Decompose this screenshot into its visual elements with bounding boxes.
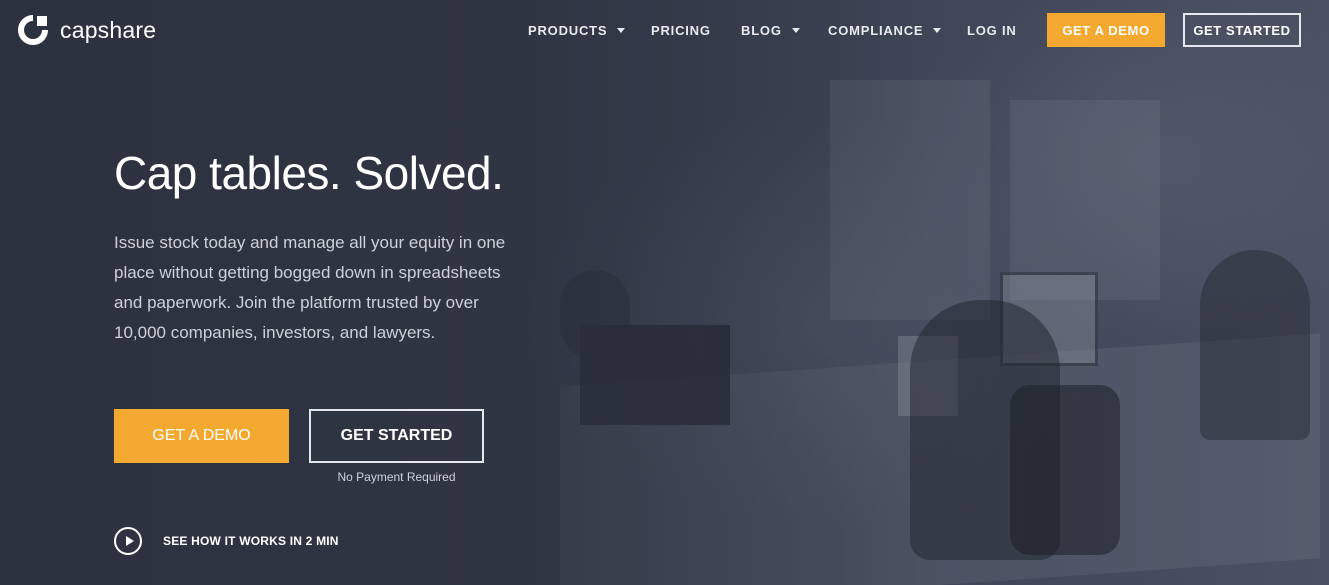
- hero-subtitle: Issue stock today and manage all your eq…: [114, 233, 506, 342]
- nav-item-label: PRICING: [651, 23, 711, 38]
- top-navigation: capshare PRODUCTS PRICING BLOG COMPLIANC…: [0, 0, 1329, 62]
- nav-item-label: LOG IN: [967, 23, 1017, 38]
- nav-item-log-in[interactable]: LOG IN: [967, 23, 1017, 38]
- video-link-label: SEE HOW IT WORKS IN 2 MIN: [163, 534, 339, 548]
- logo[interactable]: capshare: [17, 14, 156, 46]
- nav-item-compliance[interactable]: COMPLIANCE: [828, 23, 942, 38]
- nav-item-label: BLOG: [741, 23, 782, 38]
- hero-get-a-demo-button[interactable]: GET A DEMO: [114, 409, 289, 463]
- chevron-down-icon: [791, 28, 800, 33]
- chevron-down-icon: [617, 28, 626, 33]
- nav-item-label: COMPLIANCE: [828, 23, 924, 38]
- nav-item-pricing[interactable]: PRICING: [651, 23, 711, 38]
- chevron-down-icon: [933, 28, 942, 33]
- brand-name: capshare: [60, 16, 157, 43]
- no-payment-note: No Payment Required: [337, 470, 456, 484]
- capshare-logo-icon: [17, 14, 49, 46]
- page-title: Cap tables. Solved.: [114, 147, 504, 199]
- nav-item-products[interactable]: PRODUCTS: [528, 23, 626, 38]
- see-how-it-works-link[interactable]: SEE HOW IT WORKS IN 2 MIN: [114, 527, 339, 555]
- hero-get-started-button[interactable]: GET STARTED: [309, 409, 484, 463]
- nav-get-started-button[interactable]: GET STARTED: [1183, 13, 1301, 47]
- nav-item-blog[interactable]: BLOG: [741, 23, 800, 38]
- nav-get-a-demo-button[interactable]: GET A DEMO: [1047, 13, 1165, 47]
- nav-item-label: PRODUCTS: [528, 23, 608, 38]
- play-icon: [114, 527, 142, 555]
